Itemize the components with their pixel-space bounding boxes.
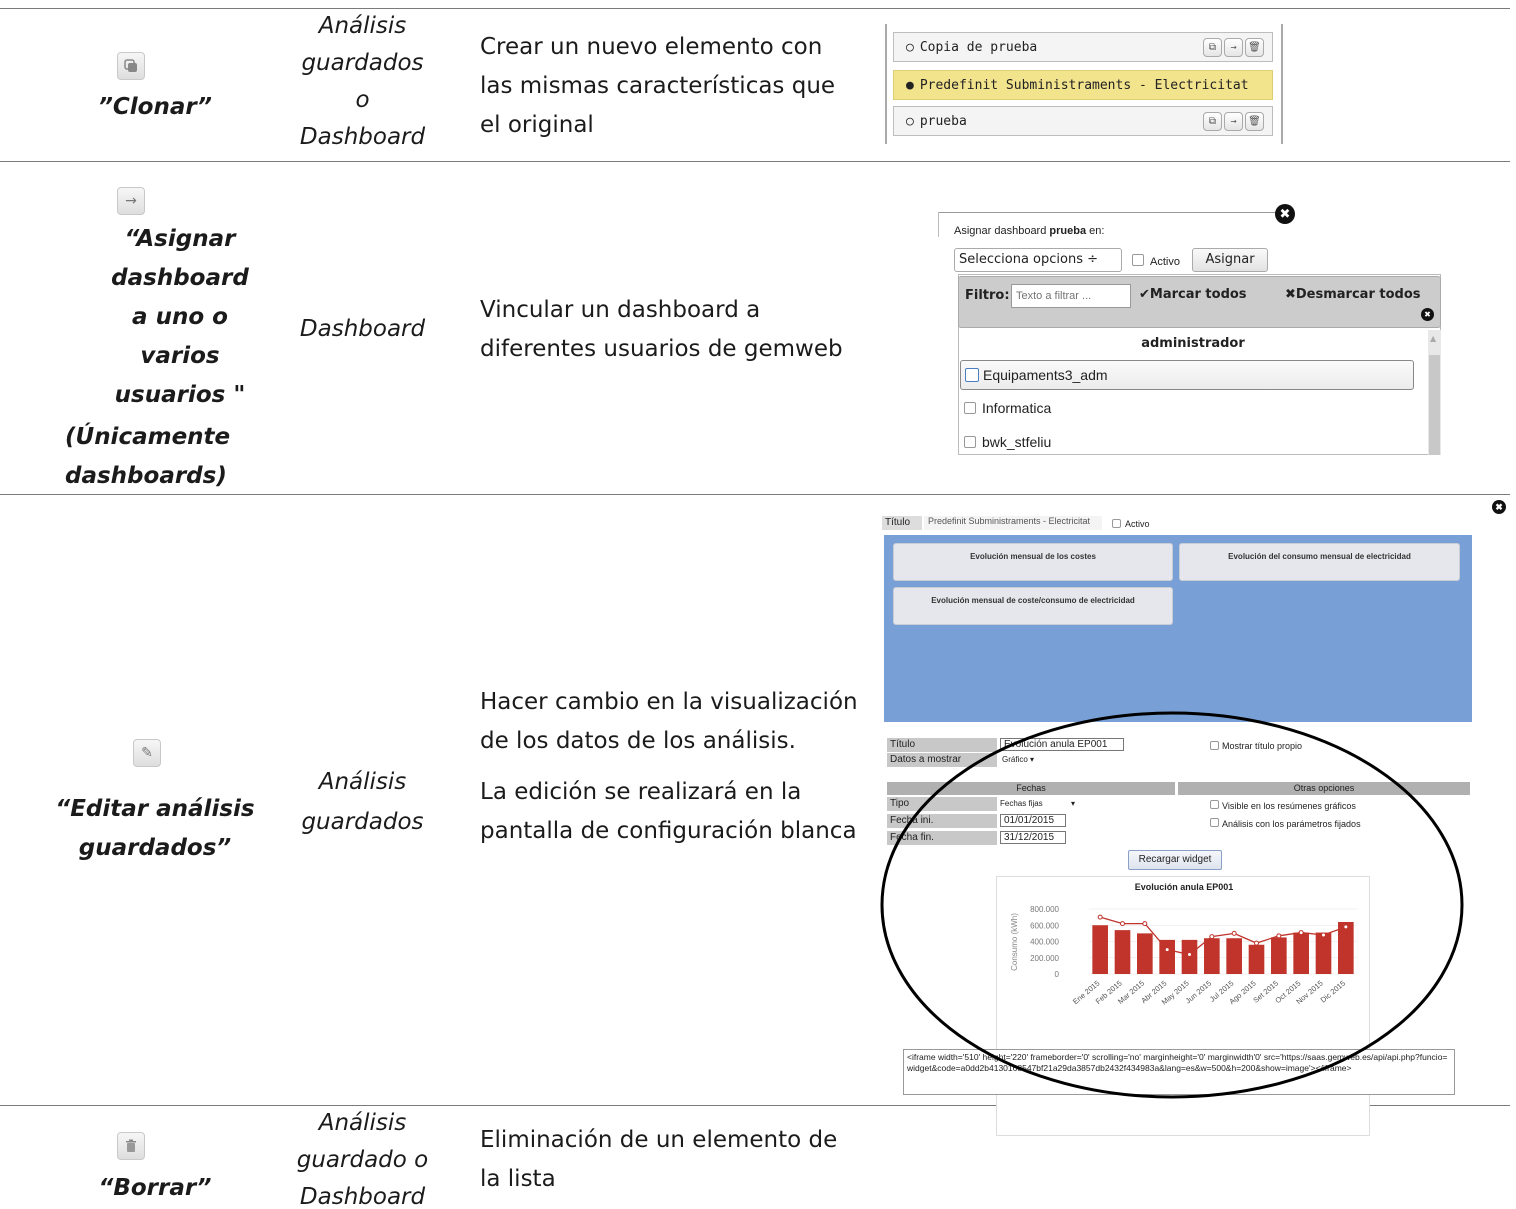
active-checkbox[interactable] xyxy=(1112,519,1121,528)
list-item-label: Copia de prueba xyxy=(919,39,1038,55)
clone-icon[interactable]: ⧉ xyxy=(1203,112,1222,131)
assign-dialog-screenshot: ✖ Asignar dashboard prueba en: Seleccion… xyxy=(938,204,1441,456)
scope-delete: Análisis guardado o Dashboard xyxy=(280,1105,445,1209)
widget-tile[interactable]: Evolución mensual de coste/consumo de el… xyxy=(893,587,1173,625)
action-line: (Únicamente xyxy=(65,424,231,450)
close-icon[interactable]: ✖ xyxy=(1421,308,1434,321)
action-clone-label: ”Clonar” xyxy=(98,94,212,120)
action-line: dashboards) xyxy=(65,463,227,489)
dashboard-canvas: Evolución mensual de los costes Evolució… xyxy=(884,535,1472,722)
scope-line: Dashboard xyxy=(299,1184,426,1209)
scope-line: guardados xyxy=(301,809,424,835)
clone-icon[interactable] xyxy=(117,52,145,80)
pencil-icon[interactable]: ✎ xyxy=(133,739,161,767)
description-paragraph: La edición se realizará en la pantalla d… xyxy=(480,779,857,844)
scope-line: Dashboard xyxy=(299,124,426,150)
edit-screen-screenshot: ✖ Título Predefinit Subministraments - E… xyxy=(880,500,1510,1136)
user-checkbox[interactable] xyxy=(964,402,976,414)
active-checkbox[interactable] xyxy=(1132,254,1144,266)
list-item[interactable]: ○ prueba ⧉ → 🗑 xyxy=(893,106,1273,136)
active-label: Activo xyxy=(1125,519,1150,529)
profile-select[interactable]: Selecciona opcions ÷ xyxy=(954,248,1122,272)
action-edit-label: “Editar análisis guardados” xyxy=(30,790,280,868)
title-prefix: Asignar dashboard xyxy=(954,225,1050,237)
user-row[interactable]: Informatica xyxy=(960,400,1414,422)
row-divider xyxy=(0,8,1510,9)
scope-line: guardados xyxy=(301,50,424,76)
close-icon[interactable]: ✖ xyxy=(1275,204,1295,224)
close-icon[interactable]: ✖ xyxy=(1492,500,1506,514)
filter-input[interactable] xyxy=(1011,284,1131,308)
list-item[interactable]: ○ Copia de prueba ⧉ → 🗑 xyxy=(893,32,1273,62)
group-header: administrador xyxy=(1141,336,1245,351)
user-row[interactable]: Equipaments3_adm xyxy=(960,360,1414,390)
active-label: Activo xyxy=(1150,256,1180,268)
action-line: usuarios " xyxy=(114,382,246,408)
title-field[interactable]: Predefinit Subministraments - Electricit… xyxy=(924,516,1102,530)
list-item-label: prueba xyxy=(919,113,967,129)
scope-line: Análisis xyxy=(318,769,407,795)
arrow-right-icon[interactable]: → xyxy=(1224,38,1243,57)
description-assign: Vincular un dashboard a diferentes usuar… xyxy=(480,297,843,362)
row-divider xyxy=(0,161,1510,162)
filter-bar: Filtro: ✔Marcar todos ✖Desmarcar todos ✖ xyxy=(958,276,1441,328)
scope-clone: Análisis guardados o Dashboard xyxy=(280,8,445,156)
user-label: Equipaments3_adm xyxy=(983,367,1108,383)
user-label: Informatica xyxy=(982,400,1052,416)
scope-line: Análisis xyxy=(318,1110,407,1136)
dialog-title: Asignar dashboard prueba en: xyxy=(954,225,1104,237)
bullet: ● xyxy=(906,77,914,93)
widget-tile[interactable]: Evolución del consumo mensual de electri… xyxy=(1179,543,1460,581)
scrollbar[interactable]: ▲ xyxy=(1428,330,1441,455)
highlight-ellipse xyxy=(880,711,1464,1099)
bullet: ○ xyxy=(906,39,914,55)
action-line: “Editar análisis xyxy=(55,796,255,822)
action-delete-label: “Borrar” xyxy=(98,1175,212,1201)
clone-icon[interactable]: ⧉ xyxy=(1203,38,1222,57)
scope-line: guardado o xyxy=(296,1147,429,1173)
description-paragraph: Hacer cambio en la visualización de los … xyxy=(480,689,858,754)
trash-icon[interactable] xyxy=(117,1132,145,1160)
action-line: “Asignar xyxy=(124,226,236,252)
action-assign-note: (Únicamente dashboards) xyxy=(65,418,235,496)
title-suffix: en: xyxy=(1086,225,1105,237)
trash-icon[interactable]: 🗑 xyxy=(1245,38,1264,57)
description-delete: Eliminación de un elemento de la lista xyxy=(480,1127,838,1192)
user-checkbox[interactable] xyxy=(965,368,979,382)
filter-label: Filtro: xyxy=(965,288,1010,303)
bullet: ○ xyxy=(906,113,914,129)
action-line: varios xyxy=(140,343,220,369)
action-line: guardados” xyxy=(78,835,232,861)
title-label: Título xyxy=(882,516,922,530)
user-checkbox[interactable] xyxy=(964,436,976,448)
list-item-label: Predefinit Subministraments - Electricit… xyxy=(919,77,1249,93)
scope-assign: Dashboard xyxy=(299,316,426,342)
widget-tile[interactable]: Evolución mensual de los costes xyxy=(893,543,1173,581)
title-name: prueba xyxy=(1049,225,1087,237)
arrow-right-icon[interactable]: → xyxy=(1224,112,1243,131)
list-item[interactable]: ● Predefinit Subministraments - Electric… xyxy=(893,70,1273,100)
scope-edit: Análisis guardados xyxy=(280,762,445,842)
description-edit: Hacer cambio en la visualización de los … xyxy=(480,683,865,851)
assign-button[interactable]: Asignar xyxy=(1192,248,1268,272)
action-line: dashboard xyxy=(111,265,249,291)
scope-line: Análisis xyxy=(318,13,407,39)
check-all-button[interactable]: ✔Marcar todos xyxy=(1139,287,1247,302)
description-clone: Crear un nuevo elemento con las mismas c… xyxy=(480,34,836,138)
clone-list-screenshot: ○ Copia de prueba ⧉ → 🗑 ● Predefinit Submi… xyxy=(885,24,1283,144)
action-assign-label: “Asignar dashboard a uno o varios usuari… xyxy=(55,220,305,415)
user-label: bwk_stfeliu xyxy=(982,434,1052,450)
uncheck-all-button[interactable]: ✖Desmarcar todos xyxy=(1285,287,1421,302)
scope-line: o xyxy=(355,87,370,113)
trash-icon[interactable]: 🗑 xyxy=(1245,112,1264,131)
action-line: a uno o xyxy=(132,304,228,330)
user-row[interactable]: bwk_stfeliu xyxy=(960,434,1414,456)
arrow-right-icon[interactable]: → xyxy=(117,187,145,215)
